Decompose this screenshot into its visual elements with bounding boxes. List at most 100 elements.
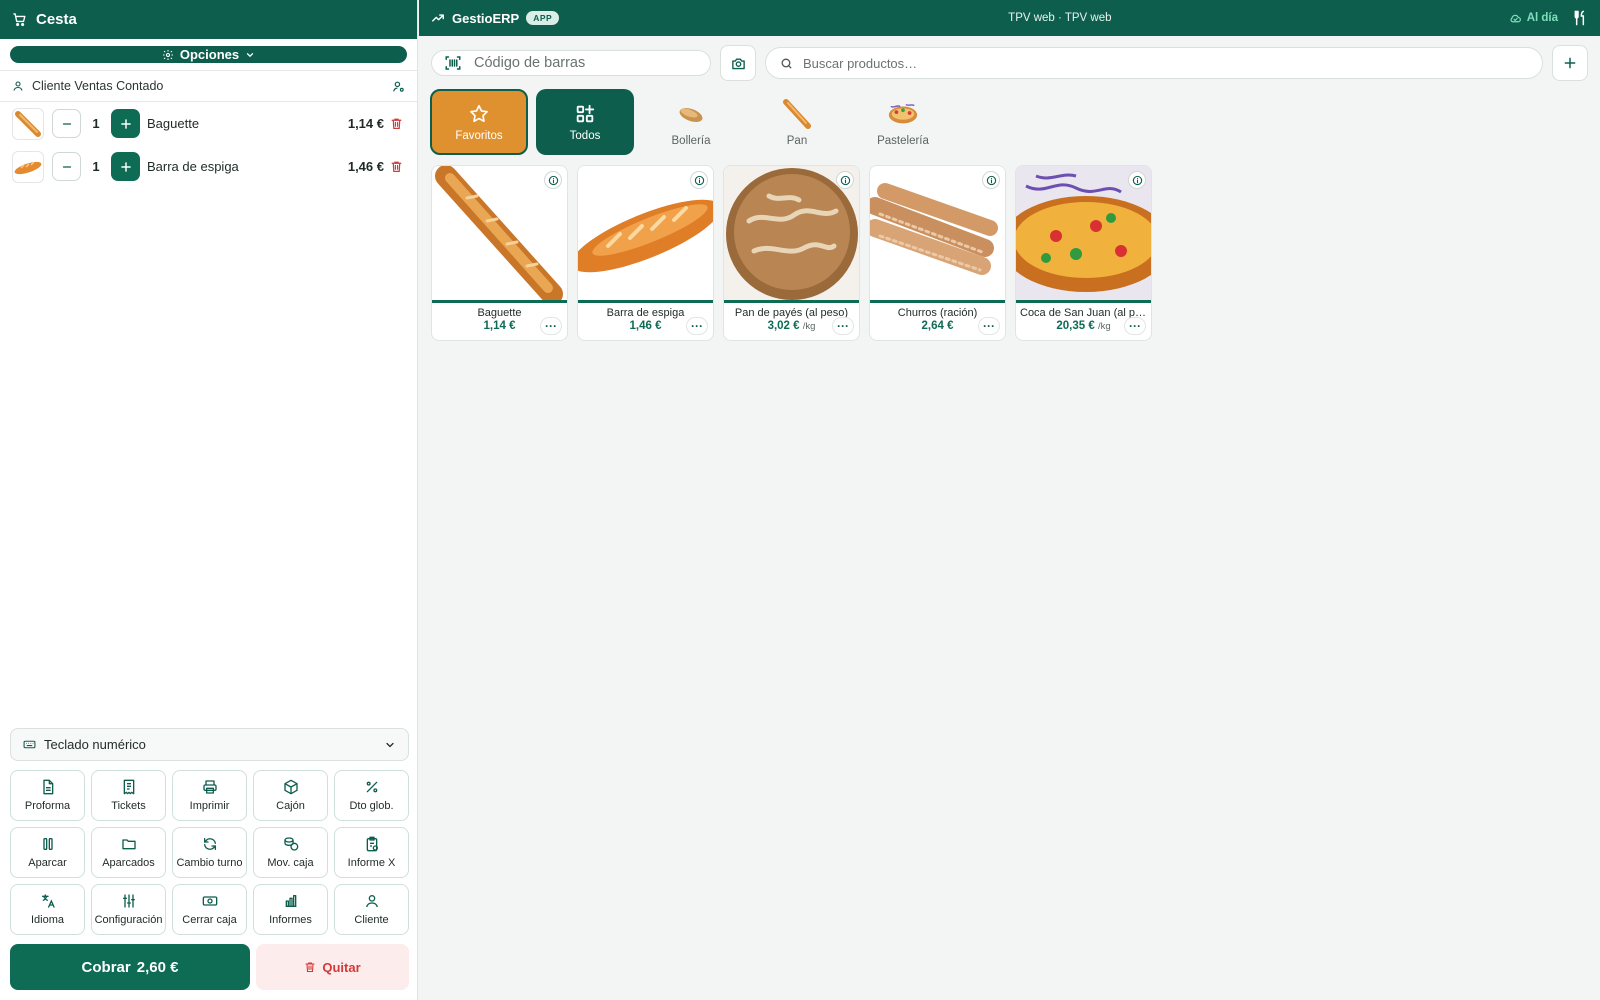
pay-label: Cobrar xyxy=(81,958,131,976)
category-pasteleria[interactable]: Pastelería xyxy=(854,89,952,155)
options-button[interactable]: Opciones xyxy=(10,46,407,63)
product-card[interactable]: Baguette 1,14 € ··· xyxy=(431,165,568,341)
settings-button[interactable]: Configuración xyxy=(91,884,166,935)
brand-name: GestioERP xyxy=(452,10,520,26)
barra-espiga-thumbnail xyxy=(12,150,44,183)
item-name: Baguette xyxy=(147,116,200,131)
camera-button[interactable] xyxy=(720,45,756,81)
barcode-field[interactable] xyxy=(431,50,711,76)
action-label: Dto glob. xyxy=(349,800,394,812)
utensils-icon[interactable] xyxy=(1572,10,1588,26)
increase-quantity-button[interactable] xyxy=(111,152,140,181)
info-icon[interactable] xyxy=(544,171,562,189)
remove-button[interactable]: Quitar xyxy=(256,944,409,990)
numeric-keypad-toggle[interactable]: Teclado numérico xyxy=(10,728,409,761)
client-button[interactable]: Cliente xyxy=(334,884,409,935)
proforma-button[interactable]: Proforma xyxy=(10,770,85,821)
action-label: Aparcar xyxy=(28,857,67,869)
percent-icon xyxy=(366,781,377,793)
product-card[interactable]: Coca de San Juan (al peso) 20,35 € /kg ·… xyxy=(1015,165,1152,341)
action-label: Cajón xyxy=(276,800,305,812)
close-register-button[interactable]: Cerrar caja xyxy=(172,884,247,935)
barcode-input[interactable] xyxy=(474,55,710,71)
client-selector[interactable]: Cliente Ventas Contado xyxy=(0,70,417,102)
user-settings-icon[interactable] xyxy=(392,80,405,93)
action-label: Configuración xyxy=(94,914,163,926)
decrease-quantity-button[interactable] xyxy=(52,152,81,181)
more-options-button[interactable]: ··· xyxy=(978,317,1000,335)
print-button[interactable]: Imprimir xyxy=(172,770,247,821)
info-icon[interactable] xyxy=(1128,171,1146,189)
remove-label: Quitar xyxy=(322,959,361,975)
more-options-button[interactable]: ··· xyxy=(686,317,708,335)
product-search-input[interactable] xyxy=(803,55,1542,71)
action-label: Informe X xyxy=(347,857,396,869)
item-quantity: 1 xyxy=(92,159,100,174)
drawer-button[interactable]: Cajón xyxy=(253,770,328,821)
category-all[interactable]: Todos xyxy=(536,89,634,155)
product-search[interactable] xyxy=(765,47,1543,79)
language-button[interactable]: Idioma xyxy=(10,884,85,935)
printer-icon xyxy=(202,780,217,794)
category-bolleria[interactable]: Bollería xyxy=(642,89,740,155)
action-label: Idioma xyxy=(30,914,65,926)
increase-quantity-button[interactable] xyxy=(111,109,140,138)
product-image-churros xyxy=(870,166,1005,303)
trash-icon xyxy=(304,961,316,973)
pay-button[interactable]: Cobrar 2,60 € xyxy=(10,944,250,990)
grid-plus-icon xyxy=(574,103,596,125)
app-badge: APP xyxy=(526,11,560,25)
action-label: Cliente xyxy=(354,914,389,926)
add-product-button[interactable] xyxy=(1552,45,1588,81)
options-label: Opciones xyxy=(179,47,240,62)
report-x-button[interactable]: Informe X xyxy=(334,827,409,878)
reports-button[interactable]: Informes xyxy=(253,884,328,935)
info-icon[interactable] xyxy=(836,171,854,189)
cart-header: Cesta xyxy=(0,0,417,39)
global-discount-button[interactable]: Dto glob. xyxy=(334,770,409,821)
price-value: 1,46 € xyxy=(629,320,662,332)
bolleria-image xyxy=(675,98,707,130)
info-icon[interactable] xyxy=(690,171,708,189)
product-card[interactable]: Pan de payés (al peso) 3,02 € /kg ··· xyxy=(723,165,860,341)
item-name: Barra de espiga xyxy=(147,159,239,174)
product-image-baguette xyxy=(432,166,567,303)
decrease-quantity-button[interactable] xyxy=(52,109,81,138)
cart-panel: Cesta Opciones Cliente Ventas Contado 1 … xyxy=(0,0,418,1000)
more-options-button[interactable]: ··· xyxy=(832,317,854,335)
category-pan[interactable]: Pan xyxy=(748,89,846,155)
shift-change-button[interactable]: Cambio turno xyxy=(172,827,247,878)
tickets-button[interactable]: Tickets xyxy=(91,770,166,821)
action-label: Tickets xyxy=(111,800,146,812)
cart-list: 1 Baguette 1,14 € 1 Barra de espiga 1,46 xyxy=(0,102,417,188)
language-icon xyxy=(41,894,55,908)
pasteleria-image xyxy=(887,98,919,130)
user-icon xyxy=(365,895,378,908)
trash-icon[interactable] xyxy=(390,160,403,173)
parked-button[interactable]: Aparcados xyxy=(91,827,166,878)
park-button[interactable]: Aparcar xyxy=(10,827,85,878)
keyboard-icon xyxy=(23,738,36,751)
category-label: Todos xyxy=(569,129,601,142)
trash-icon[interactable] xyxy=(390,117,403,130)
product-card[interactable]: Churros (ración) 2,64 € ··· xyxy=(869,165,1006,341)
info-icon[interactable] xyxy=(982,171,1000,189)
camera-icon xyxy=(731,57,745,69)
more-options-button[interactable]: ··· xyxy=(540,317,562,335)
action-label: Cerrar caja xyxy=(182,914,237,926)
cloud-check-icon xyxy=(1509,12,1522,25)
cash-movement-button[interactable]: Mov. caja xyxy=(253,827,328,878)
category-label: Pan xyxy=(786,134,808,147)
sliders-icon xyxy=(122,894,135,908)
folder-icon xyxy=(121,839,136,850)
pause-icon xyxy=(42,838,53,850)
price-value: 2,64 € xyxy=(921,320,954,332)
category-favorites[interactable]: Favoritos xyxy=(430,89,528,155)
bar-chart-icon xyxy=(285,895,296,907)
user-icon xyxy=(12,80,24,92)
refresh-icon xyxy=(203,838,216,850)
action-label: Cambio turno xyxy=(176,857,243,869)
product-grid: Baguette 1,14 € ··· Barra de espiga 1,46… xyxy=(431,165,1152,341)
product-card[interactable]: Barra de espiga 1,46 € ··· xyxy=(577,165,714,341)
more-options-button[interactable]: ··· xyxy=(1124,317,1146,335)
